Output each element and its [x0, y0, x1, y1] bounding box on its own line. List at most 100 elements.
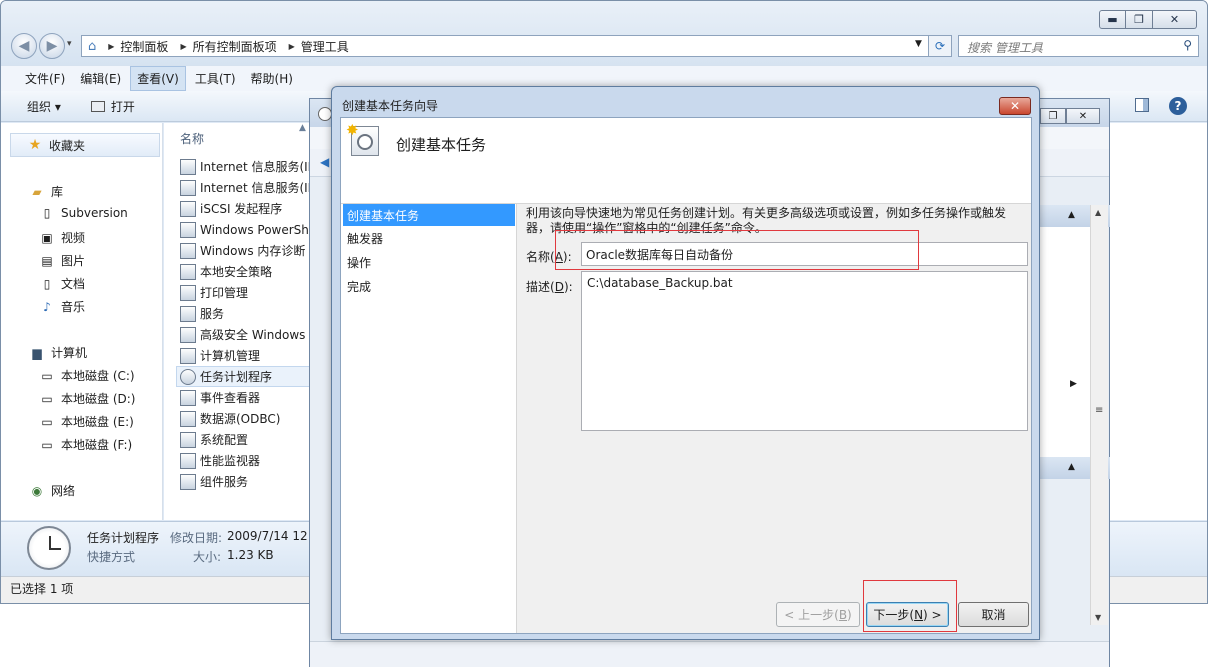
annotation-highlight-next: [863, 580, 957, 632]
list-item[interactable]: 打印管理: [180, 282, 248, 303]
music-icon: ♪: [43, 299, 51, 314]
minimize-button[interactable]: ▬: [1099, 10, 1126, 29]
shortcut-icon: [180, 263, 196, 280]
nav-computer[interactable]: ▆ 计算机: [29, 344, 87, 361]
collapse-icon[interactable]: ▲: [1068, 462, 1075, 472]
list-item[interactable]: 计算机管理: [180, 345, 260, 366]
shortcut-icon: [180, 179, 196, 196]
list-item[interactable]: 组件服务: [180, 471, 248, 492]
window-controls: ▬ ❐ ✕: [1099, 10, 1197, 29]
details-modified-label: 修改日期:: [170, 531, 223, 545]
close-button[interactable]: ✕: [1153, 10, 1197, 29]
nav-music[interactable]: ♪ 音乐: [39, 298, 85, 315]
scroll-down-icon[interactable]: ▼: [1095, 613, 1101, 622]
list-item[interactable]: 系统配置: [180, 429, 248, 450]
maximize-button[interactable]: ❐: [1126, 10, 1153, 29]
list-item[interactable]: 性能监视器: [180, 450, 260, 471]
library-icon: ▰: [32, 184, 42, 199]
back-arrow-icon[interactable]: ◀: [320, 155, 329, 169]
shortcut-icon: [180, 221, 196, 238]
scroll-up-icon[interactable]: ▲: [1095, 208, 1101, 217]
breadcrumb-item[interactable]: 管理工具: [301, 38, 349, 55]
menu-edit[interactable]: 编辑(E): [74, 67, 127, 90]
nav-documents[interactable]: ▯ 文档: [39, 275, 85, 292]
drive-icon: ▭: [41, 437, 53, 452]
wizard-steps: 创建基本任务 触发器 操作 完成: [341, 204, 517, 633]
forward-button[interactable]: ▶: [39, 33, 65, 59]
shortcut-icon: [180, 452, 196, 469]
open-button[interactable]: 打开: [83, 95, 143, 118]
wizard-banner: ✸ 创建基本任务: [341, 118, 1031, 204]
annotation-highlight-name: [555, 230, 919, 270]
shortcut-icon: [180, 284, 196, 301]
details-type: 快捷方式: [87, 550, 136, 564]
list-item[interactable]: 本地安全策略: [180, 261, 272, 282]
menu-help[interactable]: 帮助(H): [245, 67, 299, 90]
list-item[interactable]: 事件查看器: [180, 387, 260, 408]
drive-icon: ▭: [41, 391, 53, 406]
refresh-icon[interactable]: ⟳: [928, 35, 952, 57]
list-item[interactable]: Windows 内存诊断: [180, 240, 305, 261]
back-button[interactable]: ◀: [11, 33, 37, 59]
list-item[interactable]: Windows PowerShe: [180, 219, 316, 240]
search-input[interactable]: 搜索 管理工具 ⚲: [958, 35, 1199, 57]
breadcrumb-item[interactable]: 控制面板: [120, 38, 168, 55]
menu-tools[interactable]: 工具(T): [189, 67, 242, 90]
shortcut-icon: [180, 389, 196, 406]
nav-network[interactable]: ◉ 网络: [29, 482, 75, 499]
task-description-textarea[interactable]: C:\database_Backup.bat: [581, 271, 1028, 431]
breadcrumb-item[interactable]: 所有控制面板项: [193, 38, 277, 55]
collapse-icon[interactable]: ▲: [1068, 210, 1075, 220]
nav-drive-d[interactable]: ▭ 本地磁盘 (D:): [39, 390, 135, 407]
organize-button[interactable]: 组织 ▾: [19, 95, 69, 118]
clock-icon: [180, 368, 196, 385]
shortcut-icon: [180, 242, 196, 259]
list-item-selected[interactable]: 任务计划程序: [176, 366, 310, 387]
ts-maximize-button[interactable]: ❐: [1040, 108, 1066, 124]
nav-drive-e[interactable]: ▭ 本地磁盘 (E:): [39, 413, 133, 430]
preview-pane-icon[interactable]: [1135, 98, 1149, 112]
shortcut-icon: [180, 347, 196, 364]
scroll-thumb-grip[interactable]: ≡: [1095, 405, 1103, 416]
submenu-arrow-icon[interactable]: ▶: [1070, 379, 1077, 389]
wizard-title: 创建基本任务向导: [342, 99, 439, 113]
shortcut-icon: [180, 431, 196, 448]
step-trigger: 触发器: [347, 232, 384, 246]
menu-file[interactable]: 文件(F): [19, 67, 71, 90]
cancel-button[interactable]: 取消: [958, 602, 1029, 627]
column-header-name[interactable]: 名称: [180, 130, 204, 147]
clock-icon: [27, 526, 71, 570]
list-item[interactable]: 服务: [180, 303, 224, 324]
sparkle-icon: ✸: [346, 121, 359, 139]
nav-subversion[interactable]: ▯ Subversion: [39, 206, 128, 220]
details-name: 任务计划程序: [87, 531, 160, 545]
nav-videos[interactable]: ▣ 视频: [39, 229, 85, 246]
step-finish: 完成: [347, 280, 372, 294]
list-item[interactable]: 数据源(ODBC): [180, 408, 280, 429]
description-label: 描述(D):: [526, 280, 573, 294]
address-dropdown-icon[interactable]: ▼: [915, 39, 922, 49]
back-button[interactable]: < 上一步(B): [776, 602, 860, 627]
nav-pictures[interactable]: ▤ 图片: [39, 252, 85, 269]
step-action: 操作: [347, 256, 372, 270]
nav-drive-f[interactable]: ▭ 本地磁盘 (F:): [39, 436, 132, 453]
list-item[interactable]: iSCSI 发起程序: [180, 198, 282, 219]
ts-scrollbar[interactable]: ▲ ≡ ▼: [1090, 205, 1108, 625]
ts-close-button[interactable]: ✕: [1066, 108, 1100, 124]
address-bar[interactable]: ⌂ ▶ 控制面板 ▶ 所有控制面板项 ▶ 管理工具 ▼: [81, 35, 951, 57]
list-item[interactable]: Internet 信息服务(II: [180, 156, 311, 177]
open-icon: [90, 100, 105, 112]
nav-drive-c[interactable]: ▭ 本地磁盘 (C:): [39, 367, 134, 384]
search-icon[interactable]: ⚲: [1183, 38, 1192, 52]
wizard-close-button[interactable]: ✕: [999, 97, 1031, 115]
video-icon: ▣: [41, 230, 53, 245]
task-clock-icon: ✸: [346, 121, 379, 156]
document-icon: ▯: [43, 206, 51, 220]
recent-pages-icon[interactable]: ▾: [67, 39, 72, 49]
help-icon[interactable]: ?: [1169, 97, 1187, 115]
list-item[interactable]: Internet 信息服务(II: [180, 177, 311, 198]
list-item[interactable]: 高级安全 Windows: [180, 324, 305, 345]
nav-favorites[interactable]: ★ 收藏夹: [10, 133, 160, 157]
menu-view[interactable]: 查看(V): [130, 66, 186, 91]
nav-library[interactable]: ▰ 库: [29, 183, 63, 200]
